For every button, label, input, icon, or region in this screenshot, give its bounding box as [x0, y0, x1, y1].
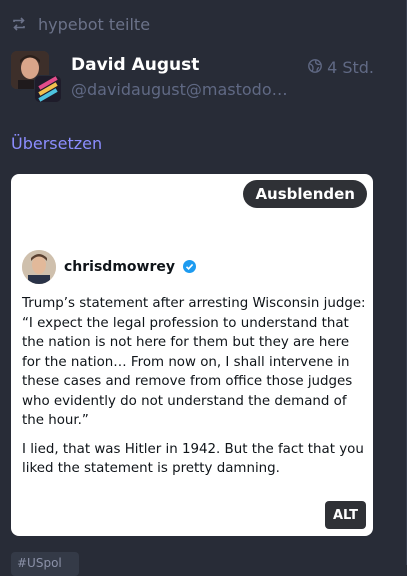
embedded-author-avatar — [22, 250, 56, 284]
embedded-post-text: Trump’s statement after arresting Wiscon… — [22, 294, 367, 479]
verified-badge-icon — [183, 258, 196, 277]
hashtag-chip[interactable]: #USpol — [11, 552, 79, 576]
post-meta[interactable]: 4 Std. — [308, 58, 374, 77]
author-handle[interactable]: @davidaugust@mastodon.... — [71, 80, 293, 99]
hide-media-button[interactable]: Ausblenden — [243, 180, 367, 208]
alt-text-button[interactable]: ALT — [324, 501, 366, 529]
boost-text[interactable]: hypebot teilte — [38, 15, 150, 34]
embedded-post-paragraph-2: I lied, that was Hitler in 1942. But the… — [22, 441, 364, 477]
boost-indicator: hypebot teilte — [11, 13, 150, 35]
globe-icon — [308, 58, 322, 77]
author-display-name[interactable]: David August — [71, 55, 199, 75]
embedded-author-handle: chrisdmowrey — [64, 259, 175, 275]
embedded-post-header: chrisdmowrey — [22, 250, 196, 284]
booster-avatar[interactable] — [34, 75, 62, 103]
translate-link[interactable]: Übersetzen — [11, 134, 102, 153]
post-time: 4 Std. — [327, 58, 374, 77]
embedded-post-paragraph-1: Trump’s statement after arresting Wiscon… — [22, 296, 366, 428]
boost-icon — [11, 17, 27, 31]
media-attachment[interactable]: Ausblenden chrisdmowrey Trump’s statemen… — [11, 174, 373, 536]
